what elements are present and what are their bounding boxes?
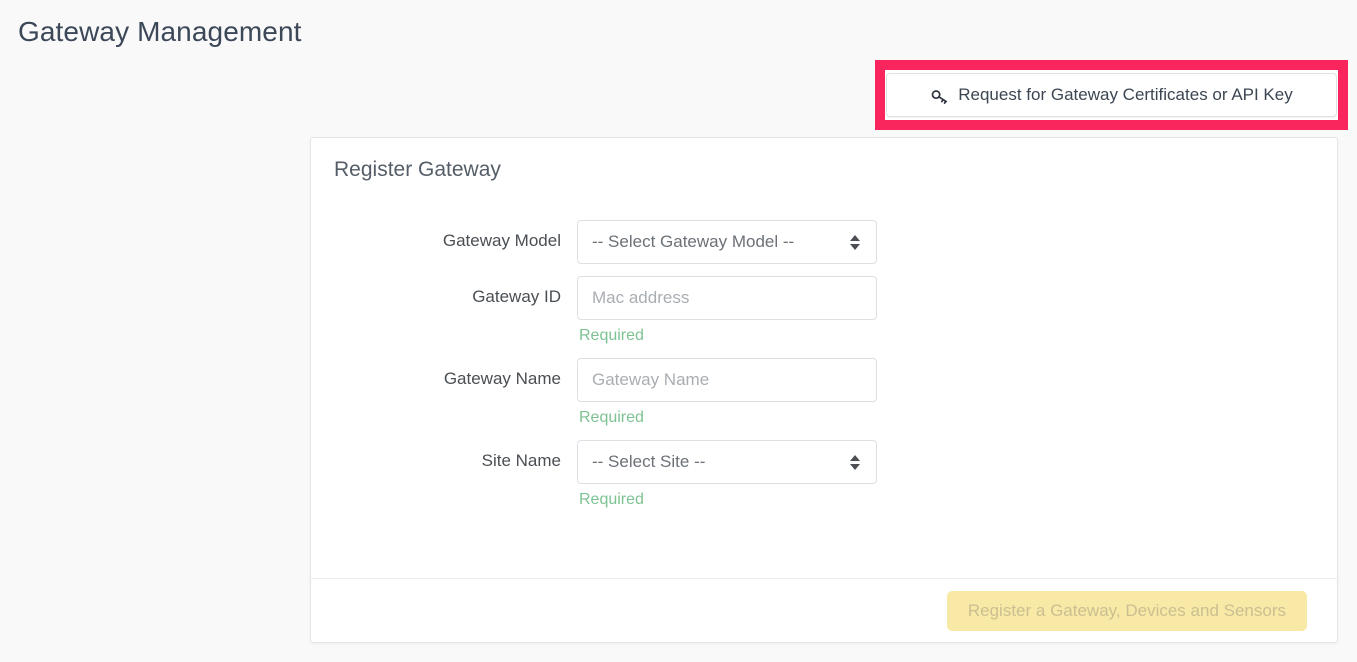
form-row-gateway-name: Gateway Name Required: [311, 358, 1337, 428]
request-gateway-certificates-label: Request for Gateway Certificates or API …: [958, 85, 1293, 104]
control-wrap-site-name: -- Select Site -- Required: [577, 440, 877, 510]
register-gateway-form: Gateway Model -- Select Gateway Model --…: [311, 202, 1337, 510]
card-footer: Register a Gateway, Devices and Sensors: [311, 578, 1337, 642]
site-name-required-note: Required: [579, 491, 644, 508]
form-row-gateway-model: Gateway Model -- Select Gateway Model --: [311, 220, 1337, 264]
select-stepper-icon[interactable]: [850, 454, 860, 470]
select-stepper-icon[interactable]: [850, 234, 860, 250]
label-gateway-name: Gateway Name: [443, 369, 561, 388]
control-wrap-gateway-id: Required: [577, 276, 877, 346]
control-wrap-gateway-model: -- Select Gateway Model --: [577, 220, 877, 264]
key-icon: [930, 87, 949, 106]
gateway-model-select[interactable]: -- Select Gateway Model --: [577, 220, 877, 264]
site-name-select[interactable]: -- Select Site --: [577, 440, 877, 484]
form-row-site-name: Site Name -- Select Site -- Required: [311, 440, 1337, 510]
page-title: Gateway Management: [18, 16, 302, 47]
card-title: Register Gateway: [334, 158, 501, 181]
gateway-id-input[interactable]: [577, 276, 877, 320]
request-gateway-certificates-button[interactable]: Request for Gateway Certificates or API …: [886, 73, 1337, 117]
gateway-name-input[interactable]: [577, 358, 877, 402]
label-gateway-model: Gateway Model: [442, 231, 561, 250]
register-gateway-submit-button[interactable]: Register a Gateway, Devices and Sensors: [946, 590, 1307, 631]
gateway-id-required-note: Required: [579, 327, 644, 344]
label-site-name: Site Name: [481, 451, 561, 470]
gateway-name-required-note: Required: [579, 409, 644, 426]
gateway-model-selected-value: -- Select Gateway Model --: [592, 232, 795, 251]
label-gateway-id: Gateway ID: [472, 287, 561, 306]
form-row-gateway-id: Gateway ID Required: [311, 276, 1337, 346]
site-name-selected-value: -- Select Site --: [592, 452, 706, 471]
register-gateway-card: Register Gateway Gateway Model -- Select…: [310, 137, 1338, 643]
control-wrap-gateway-name: Required: [577, 358, 877, 428]
card-header: Register Gateway: [311, 138, 1337, 202]
